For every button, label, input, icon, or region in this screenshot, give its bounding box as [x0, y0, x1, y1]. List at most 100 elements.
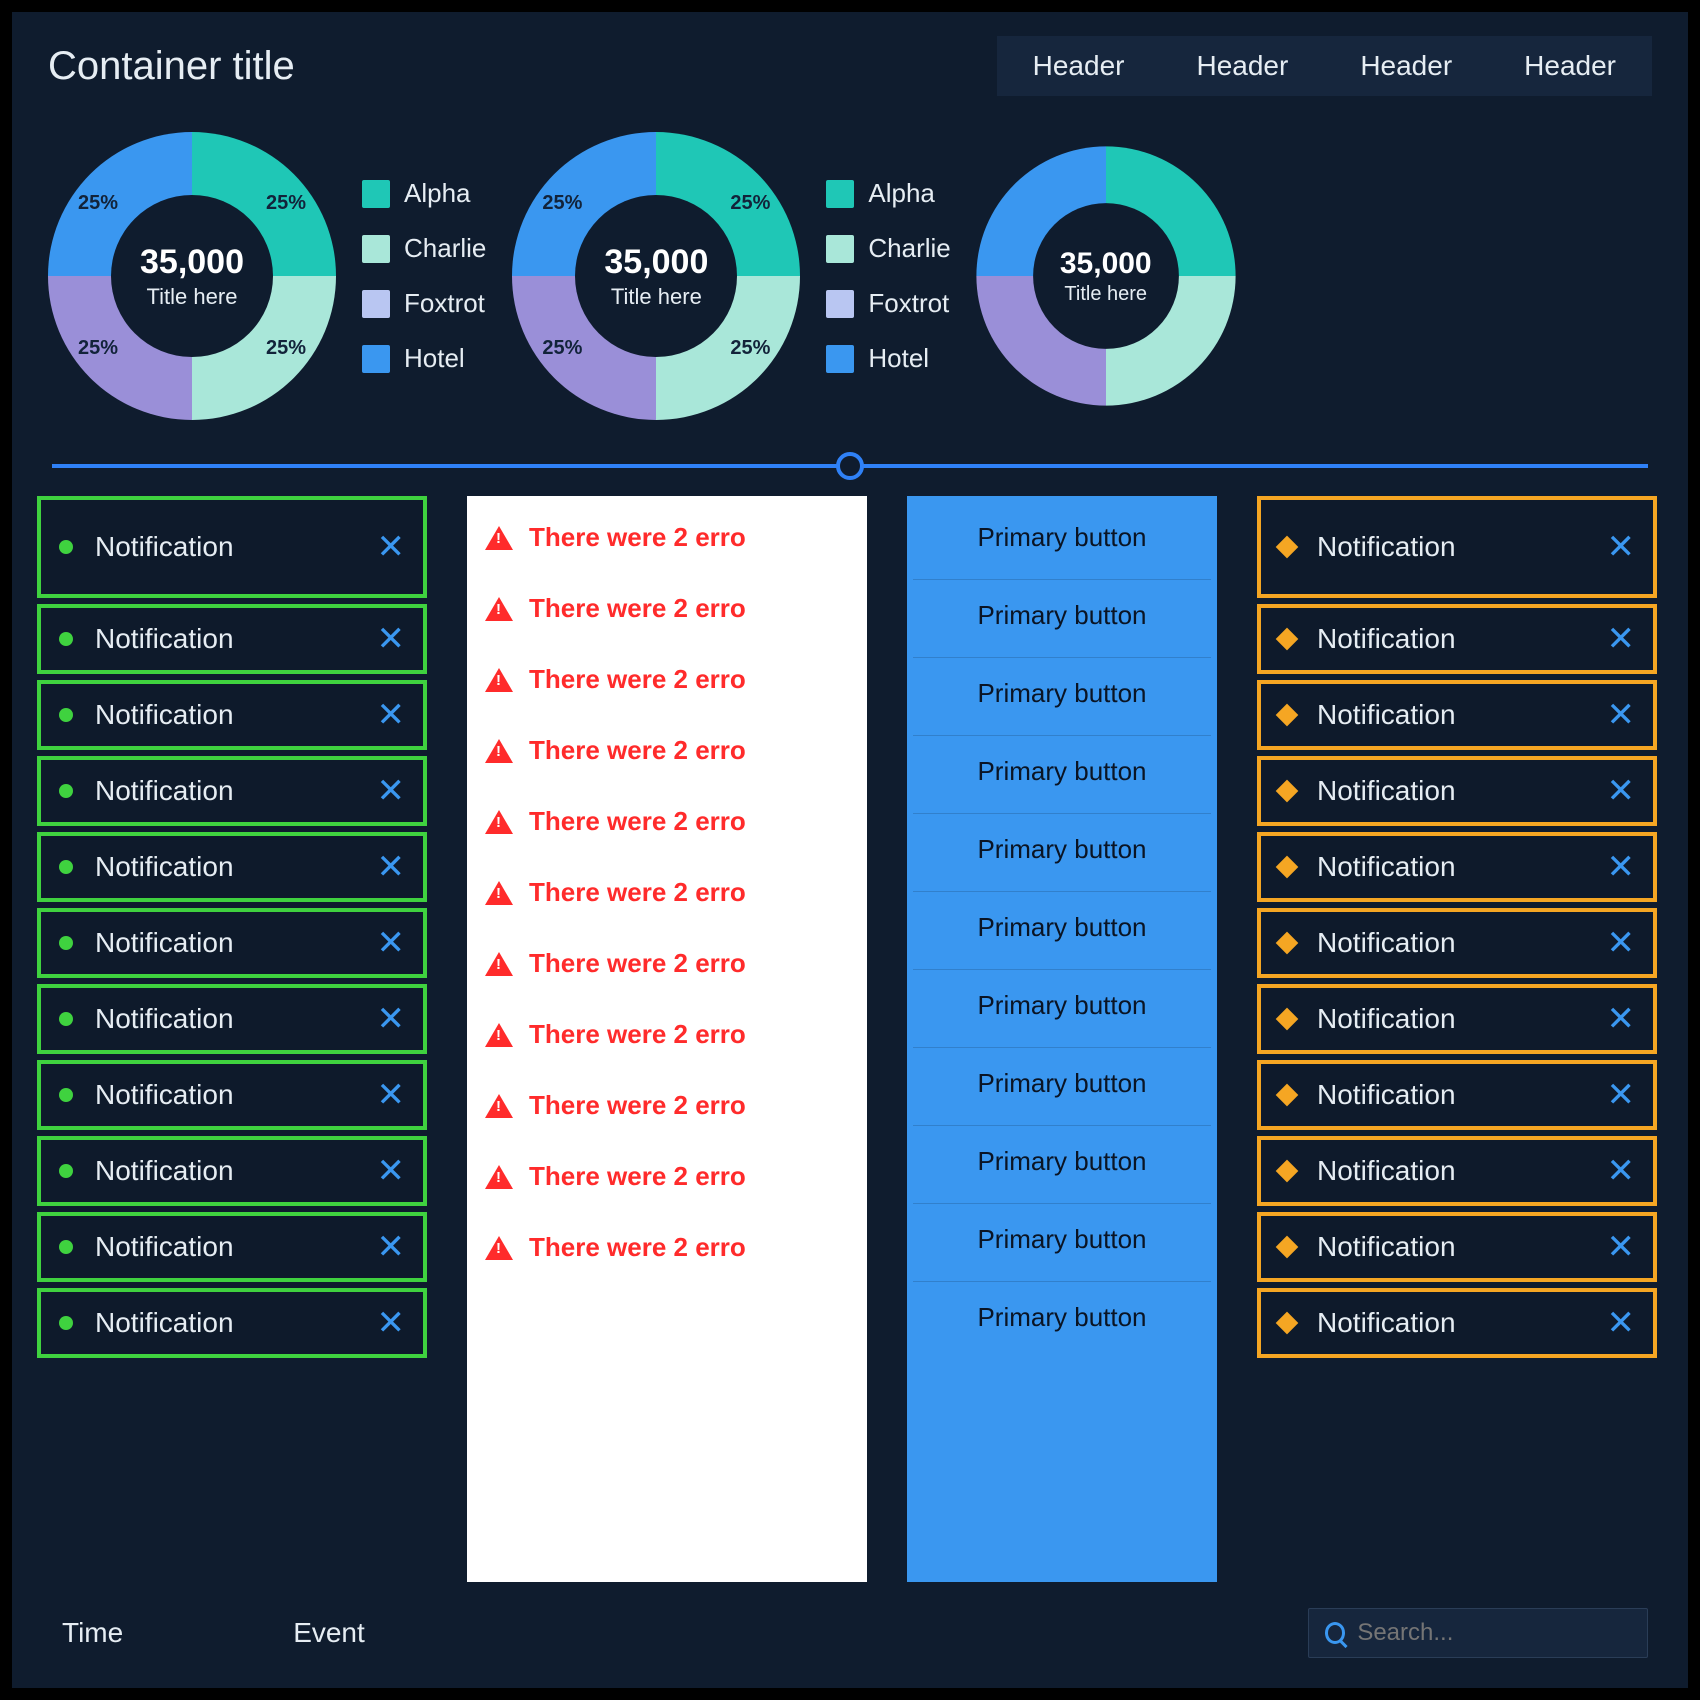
close-icon[interactable]: ✕ [1607, 622, 1636, 656]
error-item[interactable]: There were 2 erro [485, 664, 849, 695]
error-item[interactable]: There were 2 erro [485, 1232, 849, 1263]
close-icon[interactable]: ✕ [1607, 1078, 1636, 1112]
notification-item[interactable]: Notification✕ [37, 1288, 427, 1358]
notification-item[interactable]: Notification✕ [1257, 1060, 1657, 1130]
notification-item[interactable]: Notification ✕ [1257, 1212, 1657, 1282]
primary-button[interactable]: Primary button [913, 813, 1211, 885]
close-icon[interactable]: ✕ [377, 1078, 406, 1112]
close-icon[interactable]: ✕ [377, 1154, 406, 1188]
notification-item[interactable]: Notification✕ [37, 1136, 427, 1206]
primary-button[interactable]: Primary button [913, 1047, 1211, 1119]
notification-label: Notification [1317, 927, 1456, 959]
close-icon[interactable]: ✕ [1607, 1230, 1636, 1264]
notification-item[interactable]: Notification✕ [37, 984, 427, 1054]
close-icon[interactable]: ✕ [1607, 1154, 1636, 1188]
close-icon[interactable]: ✕ [1607, 774, 1636, 808]
warning-icon [485, 1165, 513, 1189]
error-item[interactable]: There were 2 erro [485, 1090, 849, 1121]
primary-button[interactable]: Primary button [913, 891, 1211, 963]
swatch-icon [826, 290, 854, 318]
notification-label: Notification [1317, 1231, 1456, 1263]
notification-item[interactable]: Notification✕ [1257, 1288, 1657, 1358]
error-item[interactable]: There were 2 erro [485, 1161, 849, 1192]
close-icon[interactable]: ✕ [377, 926, 406, 960]
error-item[interactable]: There were 2 erro [485, 806, 849, 837]
close-icon[interactable]: ✕ [1607, 926, 1636, 960]
swatch-icon [362, 345, 390, 373]
legend-label: Hotel [868, 343, 929, 374]
bottom-bar: Time Event [12, 1582, 1688, 1688]
error-item[interactable]: There were 2 erro [485, 735, 849, 766]
notification-item[interactable]: Notification✕ [1257, 680, 1657, 750]
primary-button[interactable]: Primary button [913, 502, 1211, 573]
search-input[interactable] [1357, 1619, 1631, 1647]
error-list: There were 2 erro There were 2 erro There … [467, 496, 867, 1582]
notification-label: Notification [95, 851, 234, 883]
warning-icon [485, 1023, 513, 1047]
close-icon[interactable]: ✕ [377, 1306, 406, 1340]
header-tab[interactable]: Header [1160, 36, 1324, 96]
error-item[interactable]: There were 2 erro [485, 1019, 849, 1050]
notification-item[interactable]: Notification ✕ [37, 832, 427, 902]
notification-item[interactable]: Notification✕ [1257, 984, 1657, 1054]
close-icon[interactable]: ✕ [377, 698, 406, 732]
legend-item: Foxtrot [362, 288, 486, 319]
close-icon[interactable]: ✕ [1607, 698, 1636, 732]
notification-item[interactable]: Notification✕ [37, 1060, 427, 1130]
header-tab[interactable]: Header [997, 36, 1161, 96]
slider[interactable] [12, 436, 1688, 496]
notification-item[interactable]: Notification ✕ [1257, 908, 1657, 978]
primary-button[interactable]: Primary button [913, 1281, 1211, 1353]
donut-value: 35,000 [140, 243, 244, 282]
close-icon[interactable]: ✕ [377, 1230, 406, 1264]
header-tab[interactable]: Header [1324, 36, 1488, 96]
close-icon[interactable]: ✕ [1607, 850, 1636, 884]
warning-icon [485, 526, 513, 550]
primary-button[interactable]: Primary button [913, 657, 1211, 729]
error-item[interactable]: There were 2 erro [485, 593, 849, 624]
legend-item: Alpha [826, 178, 950, 209]
close-icon[interactable]: ✕ [1607, 530, 1636, 564]
search-box[interactable] [1308, 1608, 1648, 1658]
header-tab[interactable]: Header [1488, 36, 1652, 96]
notification-item[interactable]: Notification✕ [1257, 832, 1657, 902]
close-icon[interactable]: ✕ [377, 1002, 406, 1036]
primary-button[interactable]: Primary button [913, 969, 1211, 1041]
legend-label: Foxtrot [404, 288, 485, 319]
close-icon[interactable]: ✕ [377, 622, 406, 656]
notification-item[interactable]: Notification✕ [37, 496, 427, 598]
slider-thumb[interactable] [836, 452, 864, 480]
close-icon[interactable]: ✕ [377, 850, 406, 884]
status-dot-icon [59, 1088, 73, 1102]
notification-item[interactable]: Notification✕ [37, 756, 427, 826]
notification-item[interactable]: Notification✕ [37, 680, 427, 750]
primary-button[interactable]: Primary button [913, 579, 1211, 651]
donut-center: 35,000 Title here [42, 126, 342, 426]
notification-item[interactable]: Notification ✕ [1257, 756, 1657, 826]
primary-button[interactable]: Primary button [913, 1125, 1211, 1197]
donut-chart: 35,000 Title here [971, 141, 1241, 411]
legend-label: Alpha [404, 178, 471, 209]
notification-label: Notification [1317, 775, 1456, 807]
legend-label: Charlie [868, 233, 950, 264]
primary-button[interactable]: Primary button [913, 1203, 1211, 1275]
status-dot-icon [59, 1316, 73, 1330]
error-item[interactable]: There were 2 erro [485, 948, 849, 979]
error-item[interactable]: There were 2 erro [485, 877, 849, 908]
close-icon[interactable]: ✕ [1607, 1002, 1636, 1036]
notification-item[interactable]: Notification✕ [1257, 1136, 1657, 1206]
swatch-icon [362, 290, 390, 318]
notification-item[interactable]: Notification✕ [37, 908, 427, 978]
error-item[interactable]: There were 2 erro [485, 522, 849, 553]
notification-item[interactable]: Notification✕ [1257, 496, 1657, 598]
close-icon[interactable]: ✕ [377, 774, 406, 808]
notification-item[interactable]: Notification✕ [37, 604, 427, 674]
close-icon[interactable]: ✕ [377, 530, 406, 564]
primary-button[interactable]: Primary button [913, 735, 1211, 807]
warning-icon [485, 1236, 513, 1260]
donut-chart: 25% 25% 25% 25% 35,000 Title here [506, 126, 806, 426]
notification-item[interactable]: Notification✕ [1257, 604, 1657, 674]
close-icon[interactable]: ✕ [1607, 1306, 1636, 1340]
error-text: There were 2 erro [529, 735, 746, 766]
notification-item[interactable]: Notification✕ [37, 1212, 427, 1282]
